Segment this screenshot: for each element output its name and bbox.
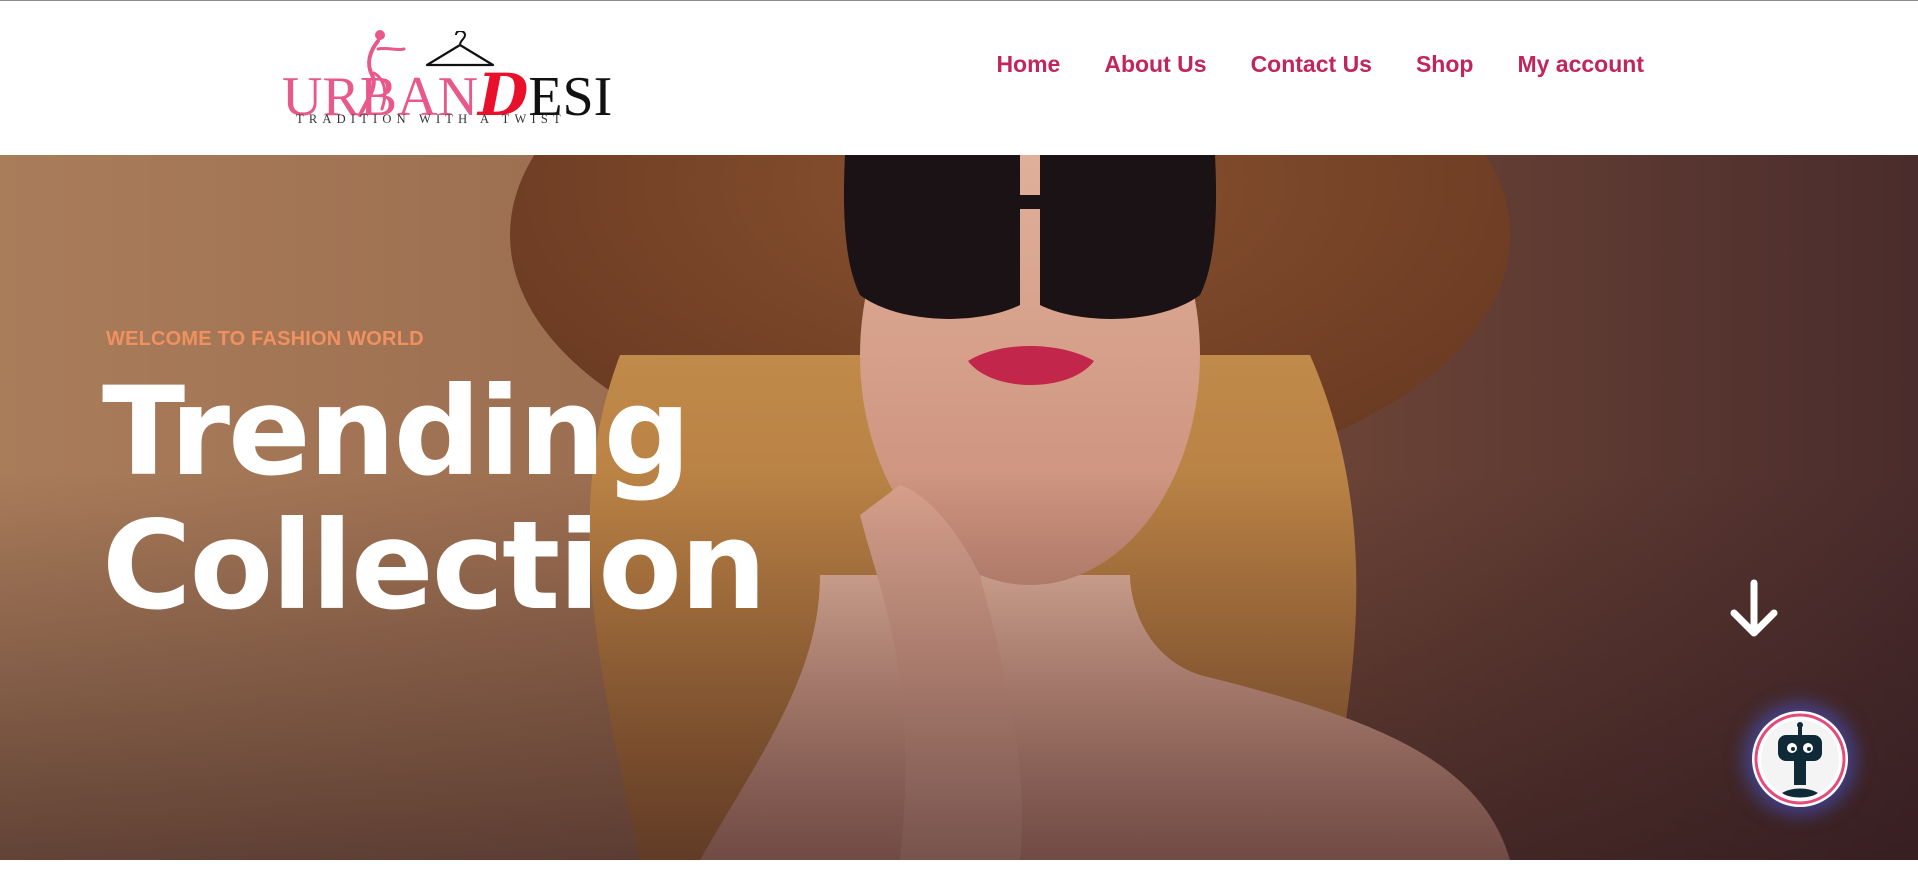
hero-eyebrow: WELCOME TO FASHION WORLD — [106, 328, 424, 350]
hero-title-line-1: Trending — [102, 361, 691, 503]
nav-contact-us[interactable]: Contact Us — [1251, 51, 1372, 78]
nav-home[interactable]: Home — [996, 51, 1060, 78]
page-bottom-strip — [0, 860, 1918, 880]
nav-about-us[interactable]: About Us — [1104, 51, 1206, 78]
hero-title-line-2: Collection — [102, 495, 767, 637]
chatbot-button[interactable] — [1752, 711, 1848, 807]
site-header: URBANDESI TRADITION WITH A TWIST Home Ab… — [0, 1, 1918, 155]
arrow-down-icon[interactable] — [1726, 579, 1782, 639]
site-logo[interactable]: URBANDESI TRADITION WITH A TWIST — [278, 23, 612, 131]
nav-my-account[interactable]: My account — [1517, 51, 1644, 78]
logo-tagline: TRADITION WITH A TWIST — [296, 112, 566, 126]
nav-shop[interactable]: Shop — [1416, 51, 1474, 78]
hero-banner: WELCOME TO FASHION WORLD Trending Collec… — [0, 155, 1918, 860]
main-nav: Home About Us Contact Us Shop My account — [996, 51, 1644, 78]
chatbot-icon — [1754, 713, 1846, 805]
hero-title: Trending Collection — [102, 361, 767, 637]
